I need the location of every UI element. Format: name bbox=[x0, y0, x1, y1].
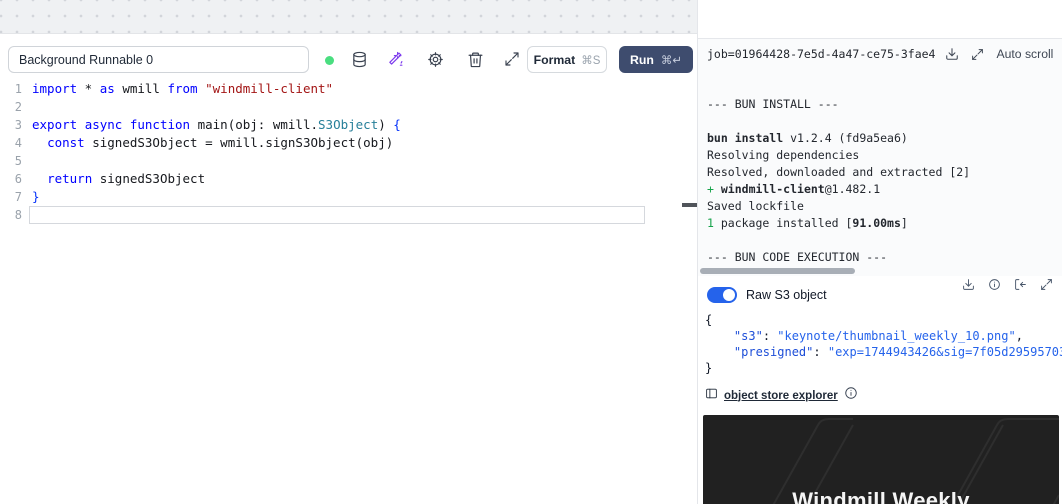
info-icon[interactable] bbox=[987, 277, 1002, 292]
script-name-input[interactable] bbox=[8, 46, 309, 73]
line-number: 6 bbox=[0, 170, 22, 188]
json-line: "s3": "keynote/thumbnail_weekly_10.png", bbox=[705, 328, 1062, 344]
windmill-script-editor: Format ⌘S Run ⌘↵ 1import * as wmill from… bbox=[0, 0, 1062, 504]
toggle-knob bbox=[723, 289, 735, 301]
log-line: Resolved, downloaded and extracted [2] bbox=[707, 164, 970, 181]
overview-ruler-cursor-mark bbox=[682, 203, 697, 207]
code-line[interactable]: 8 bbox=[0, 206, 697, 224]
panel-left-icon bbox=[705, 387, 718, 405]
database-icon[interactable] bbox=[348, 48, 370, 70]
editor-toolbar: Format ⌘S Run ⌘↵ bbox=[0, 34, 697, 79]
raw-s3-toggle-row: Raw S3 object bbox=[707, 287, 827, 303]
ai-wand-icon[interactable] bbox=[384, 48, 406, 70]
job-id-text: job=01964428-7e5d-4a47-ce75-3fae4 bbox=[707, 47, 935, 61]
format-button[interactable]: Format ⌘S bbox=[527, 46, 607, 73]
json-line: } bbox=[705, 360, 1062, 376]
run-button-label: Run bbox=[630, 53, 654, 67]
log-line bbox=[707, 232, 970, 249]
horizontal-scrollbar-thumb[interactable] bbox=[700, 268, 855, 274]
object-store-explorer-link[interactable]: object store explorer bbox=[724, 390, 838, 402]
line-number: 3 bbox=[0, 116, 22, 134]
preview-image-title: Windmill Weekly bbox=[703, 488, 1059, 504]
log-line: 1 package installed [91.00ms] bbox=[707, 215, 970, 232]
run-button[interactable]: Run ⌘↵ bbox=[619, 46, 693, 73]
log-line: --- BUN INSTALL --- bbox=[707, 96, 970, 113]
explorer-info-icon[interactable] bbox=[844, 386, 858, 405]
code-line[interactable]: 6 return signedS3Object bbox=[0, 170, 697, 188]
code-editor[interactable]: 1import * as wmill from "windmill-client… bbox=[0, 80, 697, 504]
line-number: 7 bbox=[0, 188, 22, 206]
json-result-viewer: { "s3": "keynote/thumbnail_weekly_10.png… bbox=[705, 312, 1062, 376]
download-logs-icon[interactable] bbox=[944, 46, 960, 62]
line-number: 8 bbox=[0, 206, 22, 224]
code-line[interactable]: 7} bbox=[0, 188, 697, 206]
open-drawer-icon[interactable] bbox=[1013, 277, 1028, 292]
log-line: Saved lockfile bbox=[707, 198, 970, 215]
log-line: bun install v1.2.4 (fd9a5ea6) bbox=[707, 130, 970, 147]
code-line[interactable]: 5 bbox=[0, 152, 697, 170]
format-shortcut: ⌘S bbox=[581, 53, 600, 67]
log-line bbox=[707, 113, 970, 130]
json-line: { bbox=[705, 312, 1062, 328]
log-line: --- BUN CODE EXECUTION --- bbox=[707, 249, 970, 266]
auto-scroll-label: Auto scroll bbox=[996, 47, 1053, 61]
s3-image-preview: Windmill Weekly bbox=[703, 415, 1059, 504]
saved-status-dot bbox=[325, 56, 334, 65]
trash-icon[interactable] bbox=[464, 48, 486, 70]
log-line: Resolving dependencies bbox=[707, 147, 970, 164]
line-number: 2 bbox=[0, 98, 22, 116]
raw-s3-toggle-label: Raw S3 object bbox=[746, 288, 827, 302]
code-line[interactable]: 3export async function main(obj: wmill.S… bbox=[0, 116, 697, 134]
settings-gear-icon[interactable] bbox=[424, 48, 446, 70]
code-line[interactable]: 4 const signedS3Object = wmill.signS3Obj… bbox=[0, 134, 697, 152]
raw-s3-object-toggle[interactable] bbox=[707, 287, 737, 303]
result-panel: Raw S3 object { "s3": "keynote/thumbnail… bbox=[698, 276, 1062, 504]
expand-editor-icon[interactable] bbox=[501, 48, 523, 70]
download-result-icon[interactable] bbox=[961, 277, 976, 292]
line-number: 5 bbox=[0, 152, 22, 170]
format-button-label: Format bbox=[534, 53, 576, 67]
code-line[interactable]: 1import * as wmill from "windmill-client… bbox=[0, 80, 697, 98]
flow-canvas-dotted-background bbox=[0, 0, 697, 33]
expand-logs-icon[interactable] bbox=[969, 46, 985, 62]
object-store-explorer-row: object store explorer bbox=[705, 386, 858, 405]
result-toolbar bbox=[961, 277, 1054, 292]
log-output: --- BUN INSTALL --- bun install v1.2.4 (f… bbox=[707, 96, 970, 266]
script-editor-panel: Format ⌘S Run ⌘↵ 1import * as wmill from… bbox=[0, 33, 697, 504]
log-line: + windmill-client@1.482.1 bbox=[707, 181, 970, 198]
job-log-panel: job=01964428-7e5d-4a47-ce75-3fae4 Auto s… bbox=[698, 38, 1062, 276]
expand-result-icon[interactable] bbox=[1039, 277, 1054, 292]
json-line: "presigned": "exp=1744943426&sig=7f05d29… bbox=[705, 344, 1062, 360]
line-number: 4 bbox=[0, 134, 22, 152]
code-line[interactable]: 2 bbox=[0, 98, 697, 116]
line-number: 1 bbox=[0, 80, 22, 98]
run-shortcut: ⌘↵ bbox=[661, 53, 682, 67]
log-header: job=01964428-7e5d-4a47-ce75-3fae4 Auto s… bbox=[707, 44, 1054, 64]
